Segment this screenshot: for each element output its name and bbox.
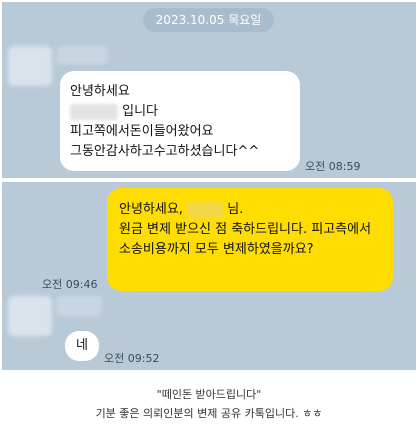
message-body: 원금 변제 받으신 점 축하드립니다. 피고측에서 소송비용까지 모두 변제하였… bbox=[119, 222, 372, 257]
redacted-name bbox=[187, 201, 224, 218]
sender-avatar-blurred[interactable] bbox=[8, 46, 52, 86]
sender-name-blurred bbox=[56, 46, 108, 64]
sender-avatar-blurred[interactable] bbox=[8, 296, 52, 336]
date-divider: 2023.10.05 목요일 bbox=[143, 8, 274, 32]
received-message-bubble[interactable]: 안녕하세요 입니다 피고쪽에서돈이들어왔어요 그동안감사하고수고하셨습니다^^ bbox=[60, 71, 300, 171]
message-line: 피고쪽에서돈이들어왔어요 bbox=[70, 124, 214, 139]
message-greeting-line: 안녕하세요, 님. bbox=[119, 201, 244, 218]
message-time: 오전 09:52 bbox=[104, 352, 160, 365]
redacted-name bbox=[70, 103, 118, 120]
received-message-bubble[interactable]: 네 bbox=[65, 331, 99, 361]
sent-message-bubble[interactable]: 안녕하세요, 님. 원금 변제 받으신 점 축하드립니다. 피고측에서 소송비용… bbox=[107, 188, 393, 291]
message-time: 오전 09:46 bbox=[42, 278, 98, 291]
message-line: 안녕하세요 bbox=[70, 84, 130, 99]
chat-panel-bottom: 오전 09:46 안녕하세요, 님. 원금 변제 받으신 점 축하드립니다. 피… bbox=[2, 182, 416, 370]
caption-title: "떼인돈 받아드립니다" bbox=[156, 388, 262, 401]
message-time: 오전 08:59 bbox=[305, 160, 361, 173]
chat-panel-top: 2023.10.05 목요일 안녕하세요 입니다 피고쪽에서돈이들어왔어요 그동… bbox=[2, 2, 416, 178]
kakaotalk-chat-screenshot: 2023.10.05 목요일 안녕하세요 입니다 피고쪽에서돈이들어왔어요 그동… bbox=[0, 0, 418, 429]
sender-name-blurred bbox=[56, 296, 102, 316]
message-line: 그동안감사하고수고하셨습니다^^ bbox=[70, 144, 260, 159]
message-line-with-redaction: 입니다 bbox=[70, 102, 300, 122]
caption-subtitle: 기분 좋은 의뢰인분의 변제 공유 카톡입니다. ㅎㅎ bbox=[95, 407, 323, 420]
